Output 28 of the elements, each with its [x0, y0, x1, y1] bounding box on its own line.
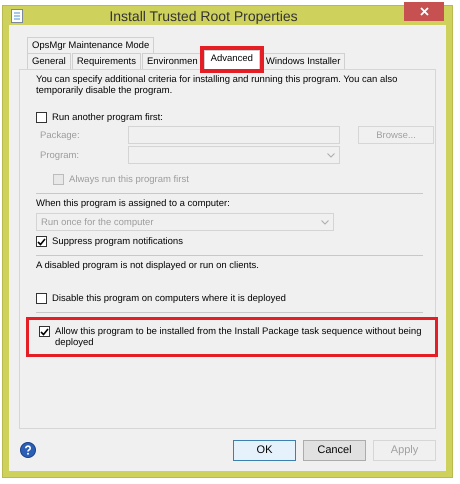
package-field[interactable]	[128, 126, 340, 144]
tab[interactable]: OpsMgr Maintenance Mode	[27, 37, 154, 53]
tab[interactable]: Requirements	[72, 53, 141, 69]
checkbox[interactable]	[36, 236, 47, 247]
checkbox-label: Allow this program to be installed from the Install Package task sequence without being deployed	[55, 326, 422, 348]
checkbox-label: Run another program first:	[52, 112, 163, 123]
chevron-icon	[321, 220, 329, 224]
close-icon	[420, 7, 428, 16]
tab[interactable]: General	[27, 53, 71, 69]
program-label: Program:	[40, 150, 80, 160]
document-icon	[11, 8, 23, 22]
help-icon[interactable]	[20, 442, 36, 458]
close-button[interactable]	[404, 2, 444, 21]
checkbox-label: Always run this program first	[69, 174, 189, 185]
description-text: You can specify additional criteria for installing and running this program. You can also temporarily disable the program.	[36, 74, 398, 96]
checkbox[interactable]	[36, 112, 47, 123]
assignment-label: When this program is assigned to a computer:	[36, 198, 231, 209]
checkbox[interactable]	[39, 326, 50, 337]
checkbox[interactable]	[36, 293, 47, 304]
dialog-button[interactable]: OK	[233, 440, 296, 460]
chevron-icon	[327, 152, 335, 158]
disabled-note: A disabled program is not displayed or run on clients.	[36, 260, 260, 271]
tab[interactable]: Environmen	[142, 53, 203, 69]
dialog-button[interactable]: Cancel	[303, 440, 366, 460]
checkbox-label: Disable this program on computers where it is deployed	[52, 293, 286, 304]
checkbox-label: Suppress program notifications	[52, 236, 183, 247]
package-label: Package:	[40, 130, 81, 140]
window-title: Install Trusted Root Properties	[108, 8, 299, 24]
